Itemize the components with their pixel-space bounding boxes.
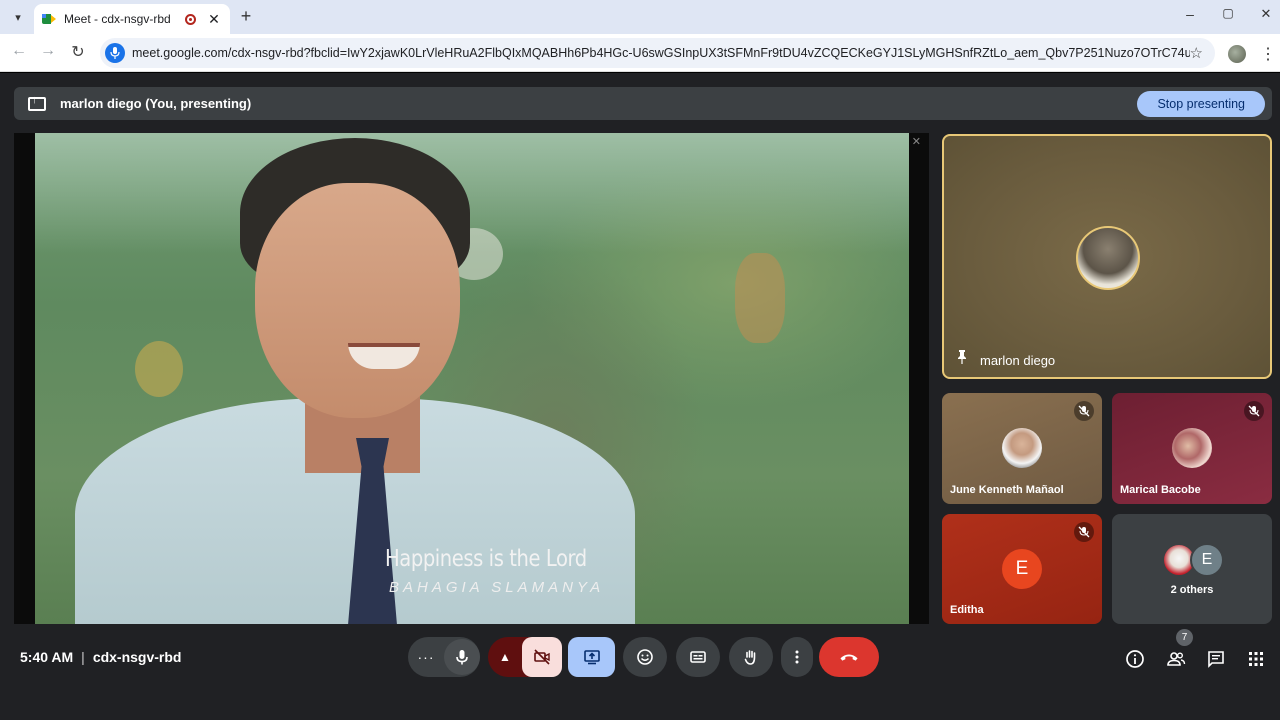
forward-icon[interactable]: → — [37, 42, 59, 60]
avatar: E — [1002, 549, 1042, 589]
address-bar[interactable]: meet.google.com/cdx-nsgv-rbd?fbclid=IwY2… — [100, 38, 1215, 68]
emoji-button[interactable] — [623, 637, 667, 677]
meet-favicon-icon — [42, 12, 56, 26]
stage-close-icon[interactable]: ✕ — [912, 135, 921, 148]
camera-control-group: ▲ — [488, 637, 562, 677]
bookmark-star-icon[interactable]: ☆ — [1190, 44, 1203, 62]
mic-control-group: ··· — [408, 637, 480, 677]
info-icon — [1126, 650, 1144, 668]
chat-button[interactable] — [1204, 647, 1228, 671]
presentation-stage: Happiness is the Lord BAHAGIA SLAMANYA ✕ — [14, 133, 929, 624]
video-caption-line1: Happiness is the Lord — [385, 546, 587, 572]
participant-name: Marical Bacobe — [1120, 484, 1201, 496]
browser-menu-icon[interactable]: ⋮ — [1260, 44, 1276, 64]
url-text: meet.google.com/cdx-nsgv-rbd?fbclid=IwY2… — [132, 46, 1190, 60]
raise-hand-button[interactable] — [729, 637, 773, 677]
participant-name: marlon diego — [980, 353, 1056, 368]
people-count-badge: 7 — [1176, 629, 1193, 646]
recording-indicator-icon — [185, 13, 196, 25]
chat-icon — [1208, 651, 1224, 668]
window-close-button[interactable]: ✕ — [1246, 6, 1280, 22]
captions-button[interactable] — [676, 637, 720, 677]
camera-options-chevron-icon[interactable]: ▲ — [488, 650, 522, 664]
camera-off-icon — [534, 649, 550, 665]
site-mic-icon[interactable] — [105, 43, 125, 63]
tab-search-dropdown[interactable]: ▾ — [8, 7, 28, 27]
maximize-button[interactable]: ▢ — [1208, 6, 1248, 20]
more-vert-icon — [795, 650, 799, 664]
emoji-icon — [637, 649, 653, 665]
activities-button[interactable] — [1244, 647, 1268, 671]
others-label: 2 others — [1170, 584, 1214, 596]
avatar — [1076, 226, 1140, 290]
mic-icon — [456, 650, 468, 665]
participant-tile[interactable]: E Editha — [942, 514, 1102, 624]
participant-name: June Kenneth Mañaol — [950, 484, 1064, 496]
separator: | — [81, 649, 85, 665]
meeting-clock: 5:40 AM | cdx-nsgv-rbd — [20, 649, 182, 665]
mic-off-icon — [1074, 522, 1094, 542]
tab-title: Meet - cdx-nsgv-rbd — [64, 12, 171, 26]
participant-tile-pinned[interactable]: marlon diego — [942, 134, 1272, 379]
others-tile[interactable]: E 2 others — [1112, 514, 1272, 624]
presenting-label: marlon diego (You, presenting) — [60, 96, 252, 111]
profile-avatar[interactable] — [1228, 45, 1246, 63]
present-button[interactable] — [568, 637, 615, 677]
browser-toolbar: ← → ↻ meet.google.com/cdx-nsgv-rbd?fbcli… — [0, 34, 1280, 72]
participant-tile[interactable]: Marical Bacobe — [1112, 393, 1272, 504]
stop-presenting-button[interactable]: Stop presenting — [1137, 90, 1265, 117]
mic-off-icon — [1244, 401, 1264, 421]
minimize-button[interactable]: – — [1170, 6, 1210, 22]
people-button[interactable] — [1164, 647, 1188, 671]
meeting-code: cdx-nsgv-rbd — [92, 649, 182, 665]
raise-hand-icon — [744, 650, 756, 665]
avatar — [1002, 428, 1042, 468]
avatar: E — [1190, 543, 1224, 577]
more-options-button[interactable] — [781, 637, 813, 677]
end-call-icon — [840, 654, 858, 661]
end-call-button[interactable] — [819, 637, 879, 677]
people-icon — [1167, 652, 1186, 666]
participant-name: Editha — [950, 604, 984, 616]
browser-tab[interactable]: Meet - cdx-nsgv-rbd ✕ — [34, 4, 230, 34]
pin-icon — [956, 350, 968, 367]
participant-tile[interactable]: June Kenneth Mañaol — [942, 393, 1102, 504]
shared-video-frame: Happiness is the Lord BAHAGIA SLAMANYA — [35, 133, 909, 624]
mic-button[interactable] — [444, 639, 480, 675]
present-icon — [28, 94, 46, 111]
tab-strip: ▾ Meet - cdx-nsgv-rbd ✕ + – ▢ ✕ — [0, 0, 1280, 34]
captions-icon — [690, 651, 706, 663]
meeting-info-button[interactable] — [1123, 647, 1147, 671]
avatar — [1172, 428, 1212, 468]
new-tab-button[interactable]: + — [236, 6, 256, 27]
video-caption-line2: BAHAGIA SLAMANYA — [389, 579, 605, 596]
activities-icon — [1249, 652, 1263, 666]
present-screen-icon — [583, 650, 600, 665]
current-time: 5:40 AM — [20, 649, 74, 665]
audio-options-button[interactable]: ··· — [408, 649, 444, 665]
mic-off-icon — [1074, 401, 1094, 421]
meet-area: marlon diego (You, presenting) Stop pres… — [0, 73, 1280, 720]
reload-icon[interactable]: ↻ — [67, 42, 89, 62]
back-icon[interactable]: ← — [8, 42, 30, 60]
camera-button[interactable] — [522, 637, 562, 677]
presenting-bar: marlon diego (You, presenting) Stop pres… — [14, 87, 1272, 120]
tab-close-icon[interactable]: ✕ — [206, 11, 222, 28]
